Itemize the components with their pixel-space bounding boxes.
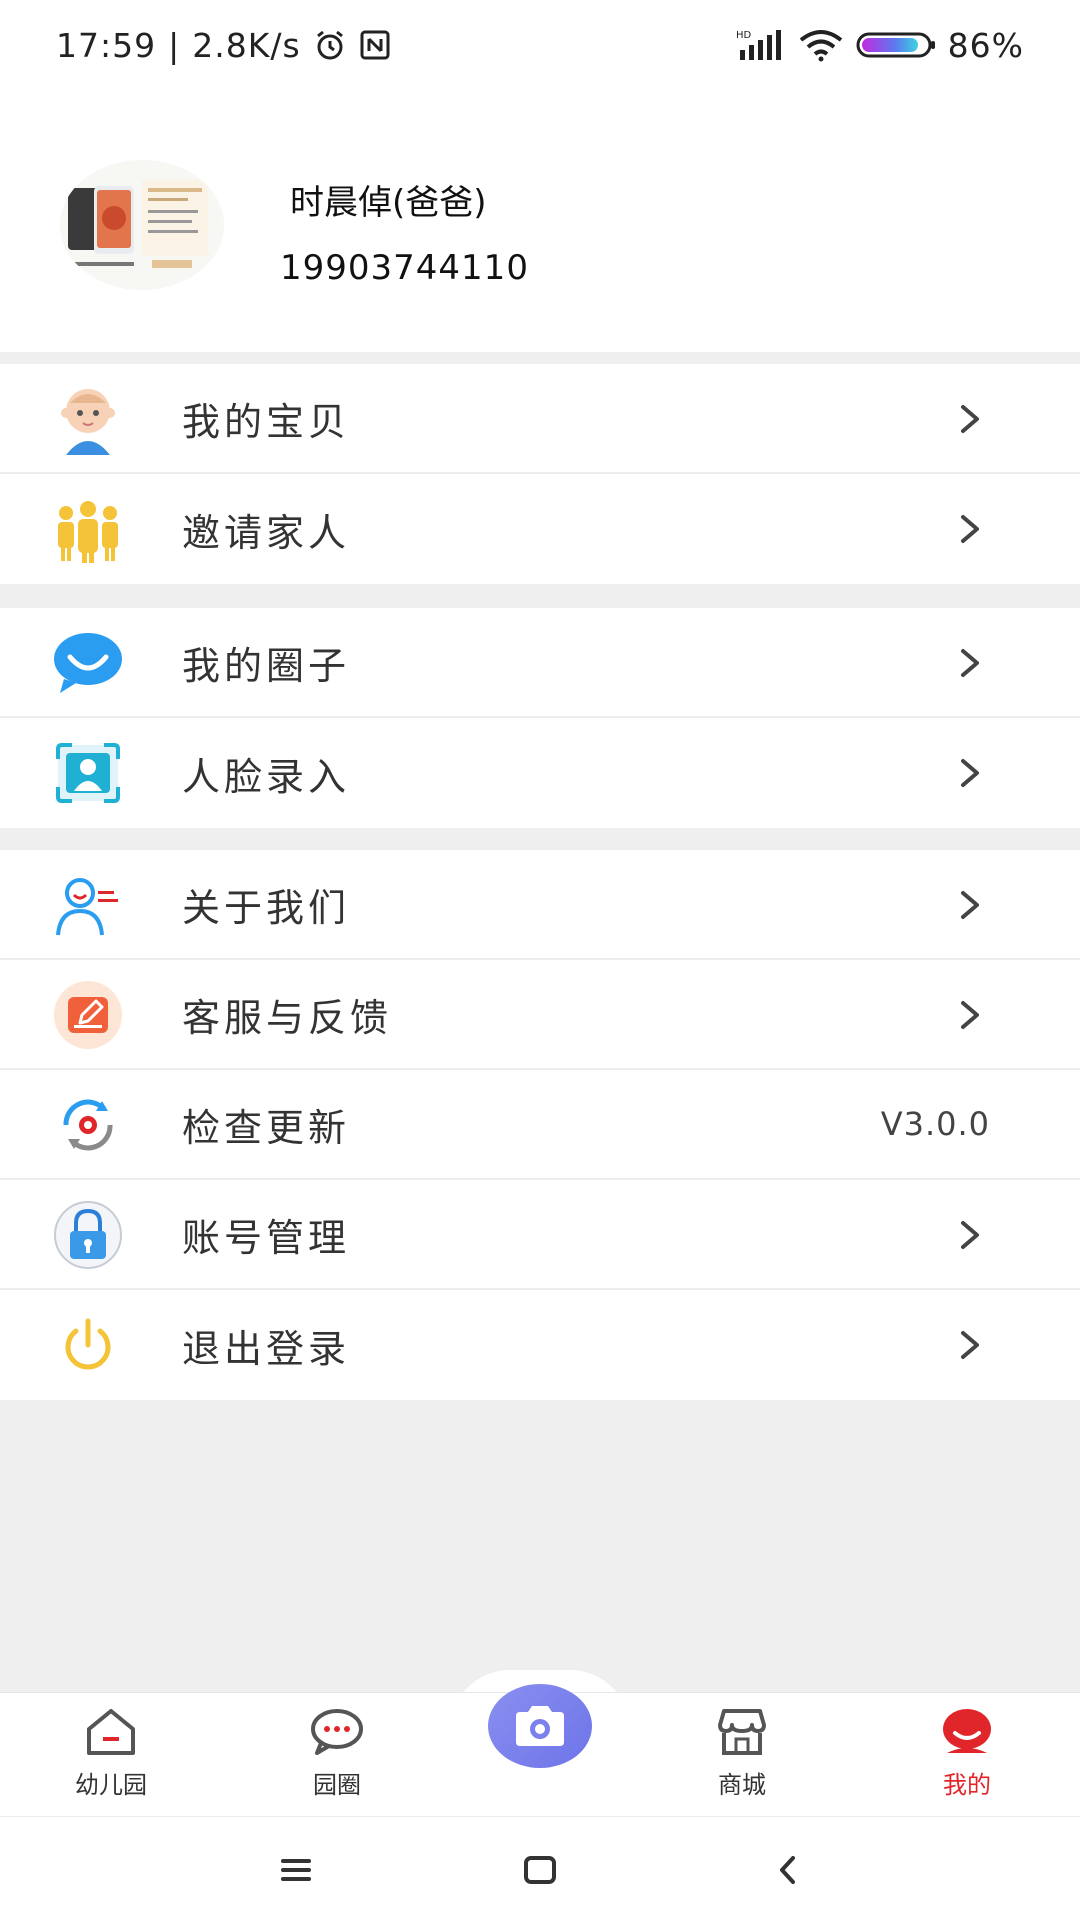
user-name: 时晨倬(爸爸): [290, 183, 487, 223]
chevron-right-icon: [961, 1331, 979, 1359]
menu-label: 检查更新: [182, 1105, 351, 1150]
battery-icon: [856, 30, 936, 60]
home-square-icon[interactable]: [510, 1845, 570, 1895]
chevron-right-icon: [961, 891, 979, 919]
chat-bubble-icon: [311, 1709, 363, 1755]
menu-label: 关于我们: [182, 885, 351, 930]
store-icon: [718, 1709, 766, 1755]
menu-label: 账号管理: [182, 1215, 351, 1260]
menu-item-feedback[interactable]: 客服与反馈: [0, 960, 1080, 1070]
nav-mine[interactable]: 我的: [892, 1707, 1042, 1800]
nav-label: 商城: [718, 1771, 766, 1799]
baby-icon: [52, 383, 124, 455]
version-text: V3.0.0: [880, 1105, 990, 1143]
nav-label: 幼儿园: [75, 1771, 147, 1799]
status-bar: 17:59 | 2.8K/s HD 86%: [0, 0, 1080, 90]
family-icon: [52, 493, 124, 565]
face-scan-icon: [52, 737, 124, 809]
menu-label: 邀请家人: [182, 510, 351, 555]
menu-item-about-us[interactable]: 关于我们: [0, 850, 1080, 960]
menu-item-invite-family[interactable]: 邀请家人: [0, 474, 1080, 584]
update-icon: [52, 1089, 124, 1161]
status-time: 17:59: [56, 25, 157, 65]
menu-label: 退出登录: [182, 1326, 351, 1371]
nav-store[interactable]: 商城: [667, 1707, 817, 1800]
nav-circle[interactable]: 园圈: [262, 1707, 412, 1800]
power-icon: [52, 1309, 124, 1381]
lock-icon: [52, 1199, 124, 1271]
menu-group-social: 我的圈子 人脸录入: [0, 608, 1080, 828]
chevron-right-icon: [961, 405, 979, 433]
home-icon: [87, 1709, 135, 1755]
signal-icon: HD: [736, 28, 786, 62]
chevron-right-icon: [961, 1001, 979, 1029]
avatar[interactable]: [60, 160, 224, 290]
menu-item-my-baby[interactable]: 我的宝贝: [0, 364, 1080, 474]
camera-icon: [516, 1706, 564, 1746]
feedback-icon: [52, 979, 124, 1051]
menu-item-check-update[interactable]: 检查更新 V3.0.0: [0, 1070, 1080, 1180]
nav-label: 园圈: [313, 1771, 361, 1799]
status-speed: 2.8K/s: [192, 25, 301, 65]
chevron-right-icon: [961, 759, 979, 787]
menu-group-family: 我的宝贝 邀请家人: [0, 364, 1080, 584]
menu-label: 客服与反馈: [182, 995, 393, 1040]
menu-group-settings: 关于我们 客服与反馈 检查更新 V3.0.0 账号管理 退出登录: [0, 850, 1080, 1400]
menu-label: 人脸录入: [182, 754, 351, 799]
nfc-icon: [359, 29, 391, 61]
back-icon[interactable]: [758, 1845, 818, 1895]
battery-percent: 86%: [947, 25, 1024, 65]
menu-item-my-circle[interactable]: 我的圈子: [0, 608, 1080, 718]
camera-button[interactable]: [488, 1684, 592, 1768]
menu-icon[interactable]: [266, 1845, 326, 1895]
alarm-icon: [313, 28, 347, 62]
status-divider: |: [168, 25, 181, 65]
profile-icon: [943, 1709, 991, 1753]
profile-header[interactable]: 时晨倬(爸爸) 19903744110: [0, 90, 1080, 352]
chevron-right-icon: [961, 515, 979, 543]
chat-smile-icon: [52, 627, 124, 699]
nav-label: 我的: [943, 1771, 991, 1799]
system-nav-bar: [0, 1816, 1080, 1920]
chevron-right-icon: [961, 649, 979, 677]
nav-kindergarten[interactable]: 幼儿园: [36, 1707, 186, 1800]
menu-item-logout[interactable]: 退出登录: [0, 1290, 1080, 1400]
menu-item-face-entry[interactable]: 人脸录入: [0, 718, 1080, 828]
about-us-icon: [52, 869, 124, 941]
chevron-right-icon: [961, 1221, 979, 1249]
wifi-icon: [798, 28, 844, 62]
menu-label: 我的圈子: [182, 643, 351, 688]
network-badge: HD: [736, 30, 752, 41]
menu-item-account-management[interactable]: 账号管理: [0, 1180, 1080, 1290]
menu-label: 我的宝贝: [182, 399, 351, 444]
user-phone: 19903744110: [280, 248, 529, 288]
